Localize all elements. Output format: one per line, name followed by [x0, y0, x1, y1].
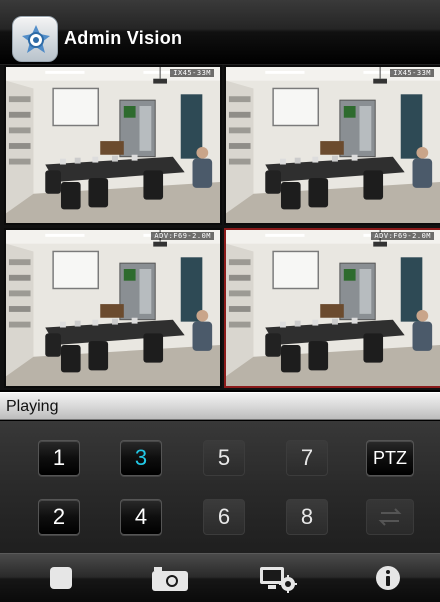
device-settings-icon [260, 567, 297, 593]
app-title: Admin Vision [64, 28, 183, 48]
camera-grid: IX45-33M IX45-33M ADV:F69-2.0M ADV:F69-2… [0, 65, 440, 390]
stop-button[interactable] [42, 562, 82, 594]
channel-button-4[interactable]: 4 [120, 499, 162, 535]
camera-view-3[interactable]: ADV:F69-2.0M [4, 228, 222, 388]
channel-button-8[interactable]: 8 [286, 499, 328, 535]
camera-osd-label: IX45-33M [170, 69, 214, 77]
ptz-button[interactable]: PTZ [366, 440, 414, 476]
camera-view-2[interactable]: IX45-33M [224, 65, 440, 225]
snapshot-button[interactable] [150, 562, 190, 594]
camera-feed-image [6, 67, 220, 223]
camera-snapshot-icon [152, 567, 188, 591]
status-text: Playing [6, 398, 59, 415]
camera-feed-image [226, 67, 440, 223]
channel-panel: 1 3 5 7 PTZ 2 4 6 8 [0, 421, 440, 553]
channel-button-3[interactable]: 3 [120, 440, 162, 476]
camera-feed-image [226, 230, 440, 386]
channel-button-7[interactable]: 7 [286, 440, 328, 476]
channel-button-1[interactable]: 1 [38, 440, 80, 476]
title-bar: Admin Vision [0, 0, 440, 65]
status-bar: Playing [0, 392, 440, 420]
camera-osd-label: IX45-33M [390, 69, 434, 77]
channel-button-5[interactable]: 5 [203, 440, 245, 476]
device-settings-button[interactable] [258, 562, 298, 594]
channel-button-2[interactable]: 2 [38, 499, 80, 535]
camera-osd-label: ADV:F69-2.0M [151, 232, 214, 240]
app-logo-icon [12, 16, 58, 62]
camera-view-1[interactable]: IX45-33M [4, 65, 222, 225]
channel-button-6[interactable]: 6 [203, 499, 245, 535]
camera-view-4[interactable]: ADV:F69-2.0M [224, 228, 440, 388]
switch-stream-button[interactable] [366, 499, 414, 535]
camera-osd-label: ADV:F69-2.0M [371, 232, 434, 240]
swap-arrows-icon [378, 508, 402, 526]
camera-feed-image [6, 230, 220, 386]
info-button[interactable] [370, 562, 410, 594]
info-icon [376, 566, 400, 590]
bottom-toolbar [0, 553, 440, 602]
stop-icon [50, 567, 72, 589]
